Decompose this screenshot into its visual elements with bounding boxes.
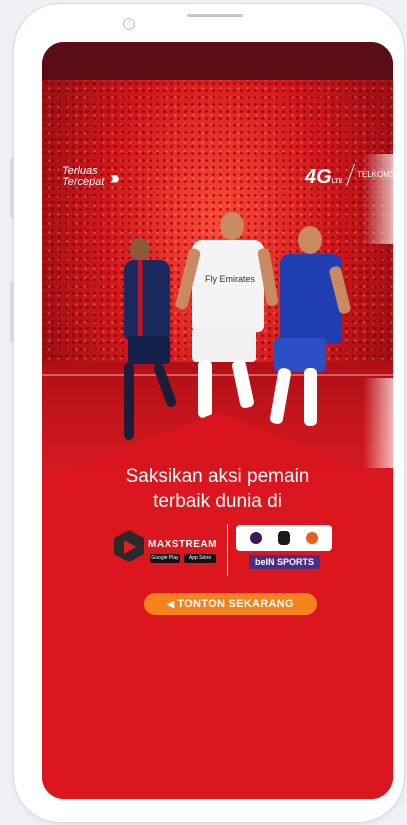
premier-league-icon — [250, 532, 262, 544]
brand-tagline-line2: Tercepat — [62, 176, 105, 188]
top-band — [42, 42, 393, 80]
phone-frame: Terluas Tercepat ››› 4GLTE TELKOMSEL Fly… — [14, 4, 404, 822]
player-leg — [198, 360, 212, 418]
network-suffix: LTE — [331, 179, 343, 185]
bein-sports-logo: beIN SPORTS — [249, 555, 320, 569]
player-head — [298, 226, 322, 254]
speaker-grille — [187, 14, 243, 17]
network-logo: 4GLTE — [305, 166, 343, 189]
player-leg — [304, 368, 317, 426]
logo-divider — [227, 524, 228, 576]
play-icon — [124, 540, 136, 554]
side-highlight — [363, 154, 393, 244]
watch-now-button[interactable]: ◀ TONTON SEKARANG — [144, 593, 317, 615]
player-head — [130, 238, 150, 261]
brand-tagline: Terluas Tercepat — [62, 166, 104, 188]
chevrons-icon: ››› — [110, 168, 120, 188]
headline-line1: Saksikan aksi pemain — [125, 466, 310, 487]
player-head — [220, 212, 244, 240]
player-jersey — [124, 260, 170, 340]
player-jersey — [192, 240, 264, 332]
operator-logo: TELKOMSEL — [357, 170, 393, 179]
side-highlight — [363, 378, 393, 468]
app-store-badge[interactable]: App Store — [184, 554, 216, 563]
jersey-sponsor: Fly Emirates — [204, 274, 255, 284]
la-liga-icon — [306, 532, 318, 544]
app-name: MAXSTREAM — [148, 539, 217, 550]
pitch-line — [42, 374, 393, 376]
headline-line2: terbaik dunia di — [153, 491, 282, 512]
info-panel-body — [42, 472, 393, 799]
player-shorts — [192, 328, 256, 362]
player-shorts — [274, 338, 326, 372]
ligue-1-icon — [278, 531, 290, 545]
network-label: 4G — [305, 166, 332, 188]
headline: Saksikan aksi pemain terbaik dunia di — [42, 464, 393, 514]
player-leg — [124, 362, 134, 440]
promo-screen: Terluas Tercepat ››› 4GLTE TELKOMSEL Fly… — [42, 42, 393, 799]
play-arrow-icon: ◀ — [167, 599, 175, 609]
player-shorts — [128, 336, 170, 364]
league-logos — [236, 525, 332, 551]
camera-icon — [123, 18, 135, 30]
watch-now-label: TONTON SEKARANG — [177, 598, 294, 610]
google-play-badge[interactable]: Google Play — [150, 554, 180, 563]
